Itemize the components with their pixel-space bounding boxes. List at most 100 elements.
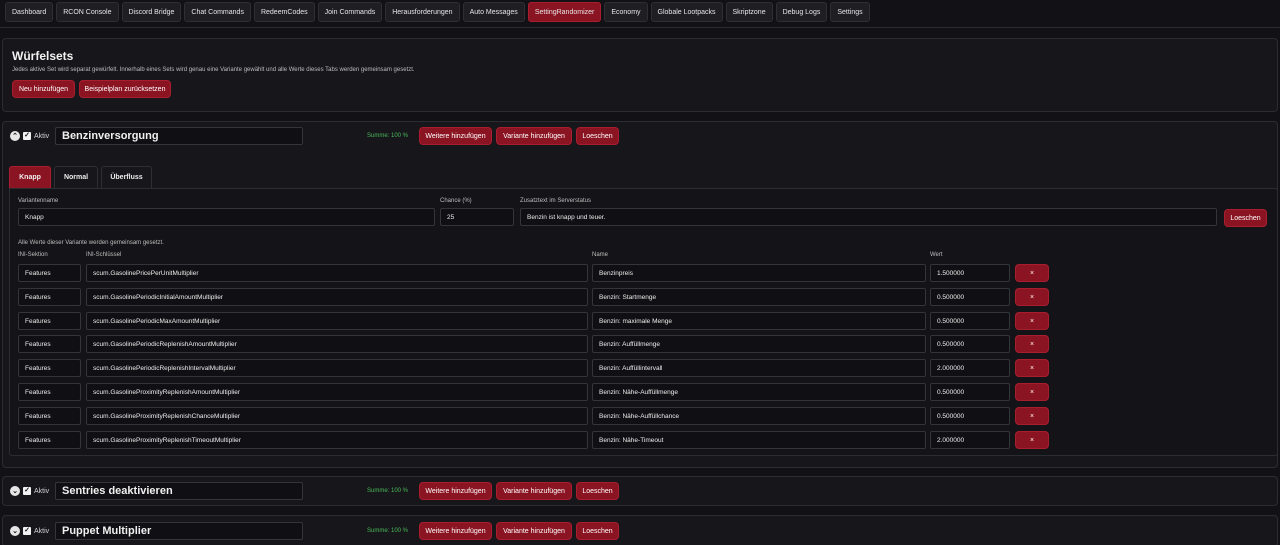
tab-join-commands[interactable]: Join Commands bbox=[317, 2, 383, 22]
remove-row-button[interactable]: × bbox=[1015, 312, 1049, 330]
nav-divider bbox=[0, 27, 1280, 28]
set-name-input[interactable]: Sentries deaktivieren bbox=[55, 482, 303, 500]
delete-variant-button[interactable]: Loeschen bbox=[1224, 209, 1267, 227]
row-name[interactable]: Benzin: Auffüllintervall bbox=[592, 359, 926, 377]
row-ini-section[interactable]: Features bbox=[18, 288, 81, 306]
reset-plan-button[interactable]: Beispielplan zurücksetzen bbox=[79, 80, 171, 98]
active-label: Aktiv bbox=[34, 488, 50, 495]
active-checkbox[interactable]: ✓ bbox=[23, 132, 31, 140]
chance-input[interactable]: 25 bbox=[440, 208, 514, 226]
chance-label: Chance (%) bbox=[440, 198, 472, 204]
expand-icon[interactable]: ⌄ bbox=[10, 486, 20, 496]
col-name: Name bbox=[592, 252, 609, 258]
tab-settings[interactable]: Settings bbox=[830, 2, 870, 22]
remove-row-button[interactable]: × bbox=[1015, 288, 1049, 306]
active-label: Aktiv bbox=[34, 133, 50, 140]
row-name[interactable]: Benzin: Nähe-Auffüllmenge bbox=[592, 383, 926, 401]
tab-discord-bridge[interactable]: Discord Bridge bbox=[121, 2, 182, 22]
zusatztext-input[interactable]: Benzin ist knapp und teuer. bbox=[520, 208, 1217, 226]
remove-row-button[interactable]: × bbox=[1015, 431, 1049, 449]
row-ini-section[interactable]: Features bbox=[18, 312, 81, 330]
row-value[interactable]: 0.500000 bbox=[930, 312, 1010, 330]
zusatztext-label: Zusatztext im Serverstatus bbox=[520, 198, 592, 204]
weitere-hinzufuegen-button[interactable]: Weitere hinzufügen bbox=[419, 522, 492, 540]
weitere-hinzufuegen-button[interactable]: Weitere hinzufügen bbox=[419, 482, 492, 500]
variante-hinzufuegen-button[interactable]: Variante hinzufügen bbox=[496, 482, 572, 500]
tab-economy[interactable]: Economy bbox=[604, 2, 648, 22]
col-ini-section: INI-Sektion bbox=[18, 252, 48, 258]
row-value[interactable]: 0.500000 bbox=[930, 288, 1010, 306]
row-value[interactable]: 2.000000 bbox=[930, 359, 1010, 377]
remove-row-button[interactable]: × bbox=[1015, 407, 1049, 425]
row-ini-section[interactable]: Features bbox=[18, 383, 81, 401]
set-sum-label: Summe: 100 % bbox=[367, 528, 409, 534]
row-ini-key[interactable]: scum.GasolinePricePerUnitMultiplier bbox=[86, 264, 588, 282]
row-value[interactable]: 0.500000 bbox=[930, 383, 1010, 401]
row-ini-section[interactable]: Features bbox=[18, 359, 81, 377]
tab-globale-lootpacks[interactable]: Globale Lootpacks bbox=[650, 2, 723, 22]
delete-set-button[interactable]: Loeschen bbox=[576, 482, 619, 500]
row-value[interactable]: 1.500000 bbox=[930, 264, 1010, 282]
wuerfelsets-header-panel bbox=[2, 38, 1278, 112]
delete-set-button[interactable]: Loeschen bbox=[576, 522, 619, 540]
tab-debug-logs[interactable]: Debug Logs bbox=[775, 2, 828, 22]
remove-row-button[interactable]: × bbox=[1015, 335, 1049, 353]
row-value[interactable]: 2.000000 bbox=[930, 431, 1010, 449]
row-name[interactable]: Benzin: Nähe-Auffüllchance bbox=[592, 407, 926, 425]
row-name[interactable]: Benzin: maximale Menge bbox=[592, 312, 926, 330]
variant-tab-normal[interactable]: Normal bbox=[54, 166, 98, 188]
row-ini-section[interactable]: Features bbox=[18, 431, 81, 449]
row-ini-key[interactable]: scum.GasolineProximityReplenishAmountMul… bbox=[86, 383, 588, 401]
col-ini-key: INI-Schlüssel bbox=[86, 252, 122, 258]
variant-name-label: Variantenname bbox=[18, 198, 59, 204]
expand-icon[interactable]: ⌄ bbox=[10, 526, 20, 536]
tab-redeem-codes[interactable]: RedeemCodes bbox=[253, 2, 315, 22]
page-subtitle: Jedes aktive Set wird separat gewürfelt.… bbox=[12, 67, 415, 73]
tab-auto-messages[interactable]: Auto Messages bbox=[462, 2, 525, 22]
col-value: Wert bbox=[930, 252, 943, 258]
delete-set-button[interactable]: Loeschen bbox=[576, 127, 619, 145]
tab-herausforderungen[interactable]: Herausforderungen bbox=[385, 2, 460, 22]
row-ini-key[interactable]: scum.GasolinePeriodicReplenishIntervalMu… bbox=[86, 359, 588, 377]
row-value[interactable]: 0.500000 bbox=[930, 335, 1010, 353]
variant-name-input[interactable]: Knapp bbox=[18, 208, 435, 226]
row-ini-section[interactable]: Features bbox=[18, 407, 81, 425]
row-name[interactable]: Benzin: Auffüllmenge bbox=[592, 335, 926, 353]
main-nav: Dashboard RCON Console Discord Bridge Ch… bbox=[5, 2, 870, 22]
remove-row-button[interactable]: × bbox=[1015, 359, 1049, 377]
tab-rcon-console[interactable]: RCON Console bbox=[56, 2, 119, 22]
active-label: Aktiv bbox=[34, 528, 50, 535]
row-name[interactable]: Benzin: Nähe-Timeout bbox=[592, 431, 926, 449]
remove-row-button[interactable]: × bbox=[1015, 264, 1049, 282]
remove-row-button[interactable]: × bbox=[1015, 383, 1049, 401]
row-ini-key[interactable]: scum.GasolineProximityReplenishTimeoutMu… bbox=[86, 431, 588, 449]
tab-skriptzone[interactable]: Skriptzone bbox=[725, 2, 773, 22]
tab-setting-randomizer[interactable]: SettingRandomizer bbox=[527, 2, 602, 22]
variante-hinzufuegen-button[interactable]: Variante hinzufügen bbox=[496, 127, 572, 145]
row-value[interactable]: 0.500000 bbox=[930, 407, 1010, 425]
row-ini-section[interactable]: Features bbox=[18, 264, 81, 282]
row-ini-key[interactable]: scum.GasolinePeriodicReplenishAmountMult… bbox=[86, 335, 588, 353]
row-ini-key[interactable]: scum.GasolineProximityReplenishChanceMul… bbox=[86, 407, 588, 425]
set-name-input[interactable]: Puppet Multiplier bbox=[55, 522, 303, 540]
row-name[interactable]: Benzin: Startmenge bbox=[592, 288, 926, 306]
active-checkbox[interactable]: ✓ bbox=[23, 487, 31, 495]
page-title: Würfelsets bbox=[12, 49, 74, 63]
row-ini-key[interactable]: scum.GasolinePeriodicInitialAmountMultip… bbox=[86, 288, 588, 306]
variant-note: Alle Werte dieser Variante werden gemein… bbox=[18, 240, 164, 246]
add-set-button[interactable]: Neu hinzufügen bbox=[12, 80, 75, 98]
variant-tab-knapp[interactable]: Knapp bbox=[9, 166, 51, 188]
tab-dashboard[interactable]: Dashboard bbox=[5, 2, 54, 22]
variante-hinzufuegen-button[interactable]: Variante hinzufügen bbox=[496, 522, 572, 540]
weitere-hinzufuegen-button[interactable]: Weitere hinzufügen bbox=[419, 127, 492, 145]
variant-tab-ueberfluss[interactable]: Überfluss bbox=[101, 166, 152, 188]
row-name[interactable]: Benzinpreis bbox=[592, 264, 926, 282]
row-ini-section[interactable]: Features bbox=[18, 335, 81, 353]
collapse-icon[interactable]: ⌃ bbox=[10, 131, 20, 141]
set-sum-label: Summe: 100 % bbox=[367, 488, 409, 494]
active-checkbox[interactable]: ✓ bbox=[23, 527, 31, 535]
tab-chat-commands[interactable]: Chat Commands bbox=[184, 2, 251, 22]
set-sum-label: Summe: 100 % bbox=[367, 133, 409, 139]
row-ini-key[interactable]: scum.GasolinePeriodicMaxAmountMultiplier bbox=[86, 312, 588, 330]
set-name-input[interactable]: Benzinversorgung bbox=[55, 127, 303, 145]
